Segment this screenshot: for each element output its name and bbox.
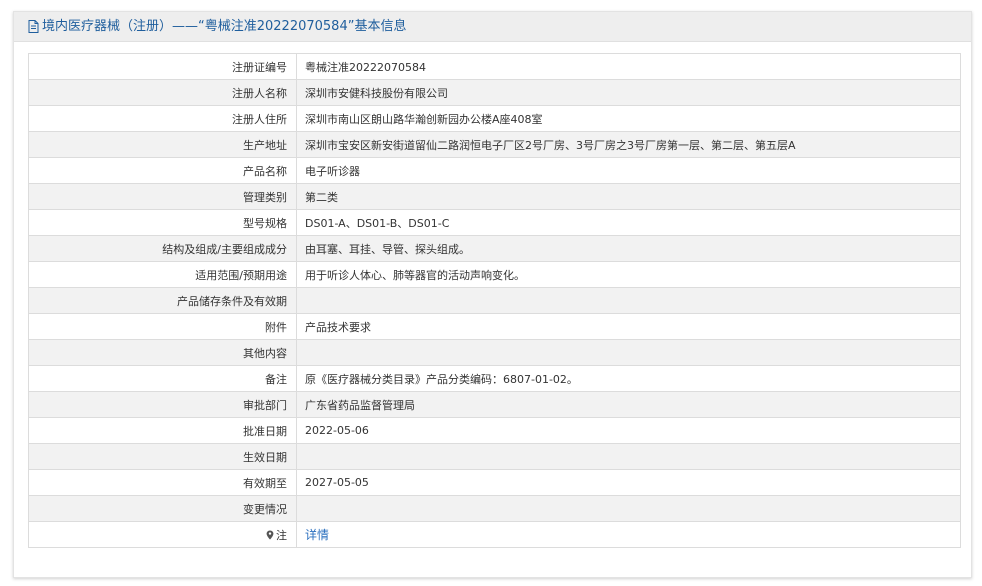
basic-info-panel: 境内医疗器械（注册）——“粤械注准20222070584”基本信息 注册证编号粤…: [13, 11, 972, 578]
map-pin-icon: [266, 530, 274, 539]
field-value: [296, 495, 961, 522]
field-value: 深圳市宝安区新安街道留仙二路润恒电子厂区2号厂房、3号厂房之3号厂房第一层、第二…: [296, 131, 961, 158]
field-value: DS01-A、DS01-B、DS01-C: [296, 209, 961, 236]
table-row: 产品名称 电子听诊器: [28, 157, 961, 184]
table-row: 注册人名称 深圳市安健科技股份有限公司: [28, 79, 961, 106]
field-label: 适用范围/预期用途: [28, 261, 297, 288]
field-value: 第二类: [296, 183, 961, 210]
field-value: 2027-05-05: [296, 469, 961, 496]
field-label: 产品储存条件及有效期: [28, 287, 297, 314]
field-label: 产品名称: [28, 157, 297, 184]
field-value: [296, 443, 961, 470]
field-value: 广东省药品监督管理局: [296, 391, 961, 418]
field-value: [296, 339, 961, 366]
field-value: 粤械注准20222070584: [296, 53, 961, 80]
table-row: 变更情况: [28, 495, 961, 522]
table-row: 注册证编号 粤械注准20222070584: [28, 53, 961, 80]
table-row: 注册人住所 深圳市南山区朗山路华瀚创新园办公楼A座408室: [28, 105, 961, 132]
table-row: 批准日期 2022-05-06: [28, 417, 961, 444]
field-value: 原《医疗器械分类目录》产品分类编码：6807-01-02。: [296, 365, 961, 392]
field-label: 生效日期: [28, 443, 297, 470]
field-label: 有效期至: [28, 469, 297, 496]
table-row: 备注 原《医疗器械分类目录》产品分类编码：6807-01-02。: [28, 365, 961, 392]
page-title: 境内医疗器械（注册）——“粤械注准20222070584”基本信息: [42, 18, 407, 34]
table-row: 管理类别 第二类: [28, 183, 961, 210]
field-label: 审批部门: [28, 391, 297, 418]
table-row: 结构及组成/主要组成成分 由耳塞、耳挂、导管、探头组成。: [28, 235, 961, 262]
field-label: 备注: [28, 365, 297, 392]
table-row: 型号规格 DS01-A、DS01-B、DS01-C: [28, 209, 961, 236]
table-row: 产品储存条件及有效期: [28, 287, 961, 314]
field-value: 深圳市南山区朗山路华瀚创新园办公楼A座408室: [296, 105, 961, 132]
table-row: 有效期至 2027-05-05: [28, 469, 961, 496]
table-row: 生产地址 深圳市宝安区新安街道留仙二路润恒电子厂区2号厂房、3号厂房之3号厂房第一…: [28, 131, 961, 158]
table-row: 生效日期: [28, 443, 961, 470]
field-label: 其他内容: [28, 339, 297, 366]
table-row: 适用范围/预期用途 用于听诊人体心、肺等器官的活动声响变化。: [28, 261, 961, 288]
field-value: [296, 287, 961, 314]
field-label: 注册证编号: [28, 53, 297, 80]
field-label: 附件: [28, 313, 297, 340]
field-label: 生产地址: [28, 131, 297, 158]
note-value-cell: 详情: [296, 521, 961, 548]
details-link[interactable]: 详情: [305, 528, 329, 542]
note-label: 注: [276, 528, 287, 542]
field-label: 变更情况: [28, 495, 297, 522]
field-value: 用于听诊人体心、肺等器官的活动声响变化。: [296, 261, 961, 288]
field-label: 结构及组成/主要组成成分: [28, 235, 297, 262]
field-value: 深圳市安健科技股份有限公司: [296, 79, 961, 106]
document-icon: [28, 20, 39, 33]
note-label-cell: 注: [28, 521, 297, 548]
field-value: 产品技术要求: [296, 313, 961, 340]
field-value: 2022-05-06: [296, 417, 961, 444]
table-row: 审批部门 广东省药品监督管理局: [28, 391, 961, 418]
table-row: 附件 产品技术要求: [28, 313, 961, 340]
field-label: 注册人住所: [28, 105, 297, 132]
field-value: 电子听诊器: [296, 157, 961, 184]
field-label: 注册人名称: [28, 79, 297, 106]
field-label: 批准日期: [28, 417, 297, 444]
field-label: 管理类别: [28, 183, 297, 210]
table-row: 其他内容: [28, 339, 961, 366]
info-table: 注册证编号 粤械注准20222070584 注册人名称 深圳市安健科技股份有限公司 注册…: [28, 53, 961, 548]
field-value: 由耳塞、耳挂、导管、探头组成。: [296, 235, 961, 262]
panel-header: 境内医疗器械（注册）——“粤械注准20222070584”基本信息: [14, 12, 971, 42]
field-label: 型号规格: [28, 209, 297, 236]
table-row-note: 注 详情: [28, 521, 961, 548]
